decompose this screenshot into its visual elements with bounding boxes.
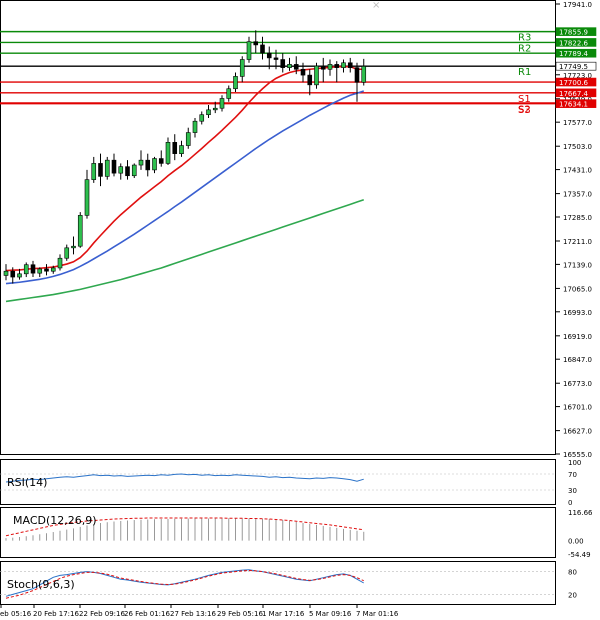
macd-tick-label: 116.66 xyxy=(568,509,593,517)
candle xyxy=(131,163,137,179)
rsi-tick-label: 70 xyxy=(568,471,577,479)
pivot-price-tag-label: 17855.9 xyxy=(559,29,588,37)
y-tick-label: 16993.0 xyxy=(563,309,592,317)
y-tick-label: 17941.0 xyxy=(563,1,592,9)
y-tick-label: 17431.0 xyxy=(563,167,592,175)
macd-tick-label: 0.00 xyxy=(568,538,584,546)
rsi-label: RSI(14) xyxy=(7,476,47,489)
pivot-level-label: S3 xyxy=(518,105,531,116)
stoch-tick-label: 20 xyxy=(568,591,577,599)
x-tick-label: 1 Mar 17:16 xyxy=(262,610,305,618)
x-tick-label: 29 Feb 05:16 xyxy=(217,610,263,618)
x-tick-label: 26 Feb 01:16 xyxy=(124,610,170,618)
stoch-label: Stoch(9,6,3) xyxy=(7,578,75,591)
macd-tick-label: -54.49 xyxy=(568,551,591,559)
pivot-price-tag-label: 17749.5 xyxy=(559,63,588,71)
y-tick-label: 17285.0 xyxy=(563,214,592,222)
y-tick-label: 16701.0 xyxy=(563,404,592,412)
pivot-price-tag-label: 17700.6 xyxy=(559,79,588,87)
rsi-panel-frame xyxy=(0,459,556,505)
candle xyxy=(77,212,83,248)
y-tick-label: 16773.0 xyxy=(563,380,592,388)
macd-label: MACD(12,26,9) xyxy=(13,514,97,527)
y-tick-label: 17503.0 xyxy=(563,143,592,151)
x-tick-label: eb 05:16 xyxy=(0,610,32,618)
rsi-tick-label: 0 xyxy=(568,499,572,507)
rsi-tick-label: 30 xyxy=(568,487,577,495)
x-tick-label: 27 Feb 13:16 xyxy=(170,610,216,618)
pivot-price-tag-label: 17634.1 xyxy=(559,101,588,109)
stoch-panel-frame xyxy=(0,561,556,605)
main-panel-frame xyxy=(0,0,556,455)
y-tick-label: 16627.0 xyxy=(563,428,592,436)
y-tick-label: 17139.0 xyxy=(563,261,592,269)
x-tick-label: 5 Mar 09:16 xyxy=(309,610,352,618)
x-tick-label: 22 Feb 09:16 xyxy=(79,610,125,618)
pivot-price-tag-label: 17667.4 xyxy=(559,90,588,98)
y-tick-label: 16555.0 xyxy=(563,451,592,459)
y-tick-label: 17065.0 xyxy=(563,285,592,293)
forex-chart: × 17941.017859.017723.017649.017577.0175… xyxy=(0,0,597,618)
y-tick-label: 16847.0 xyxy=(563,356,592,364)
pivot-level-label: R1 xyxy=(518,67,531,78)
y-tick-label: 17357.0 xyxy=(563,191,592,199)
rsi-tick-label: 100 xyxy=(568,459,581,467)
y-tick-label: 17577.0 xyxy=(563,119,592,127)
pivot-price-tag-label: 17789.4 xyxy=(559,50,588,58)
candle xyxy=(314,62,319,89)
y-tick-label: 16919.0 xyxy=(563,333,592,341)
stoch-tick-label: 80 xyxy=(568,569,577,577)
close-icon[interactable]: × xyxy=(372,0,380,11)
y-tick-label: 17211.0 xyxy=(563,238,592,246)
pivot-price-tag-label: 17822.6 xyxy=(559,39,588,47)
x-tick-label: 20 Feb 17:16 xyxy=(33,610,79,618)
candle xyxy=(104,156,110,180)
x-tick-label: 7 Mar 01:16 xyxy=(356,610,399,618)
